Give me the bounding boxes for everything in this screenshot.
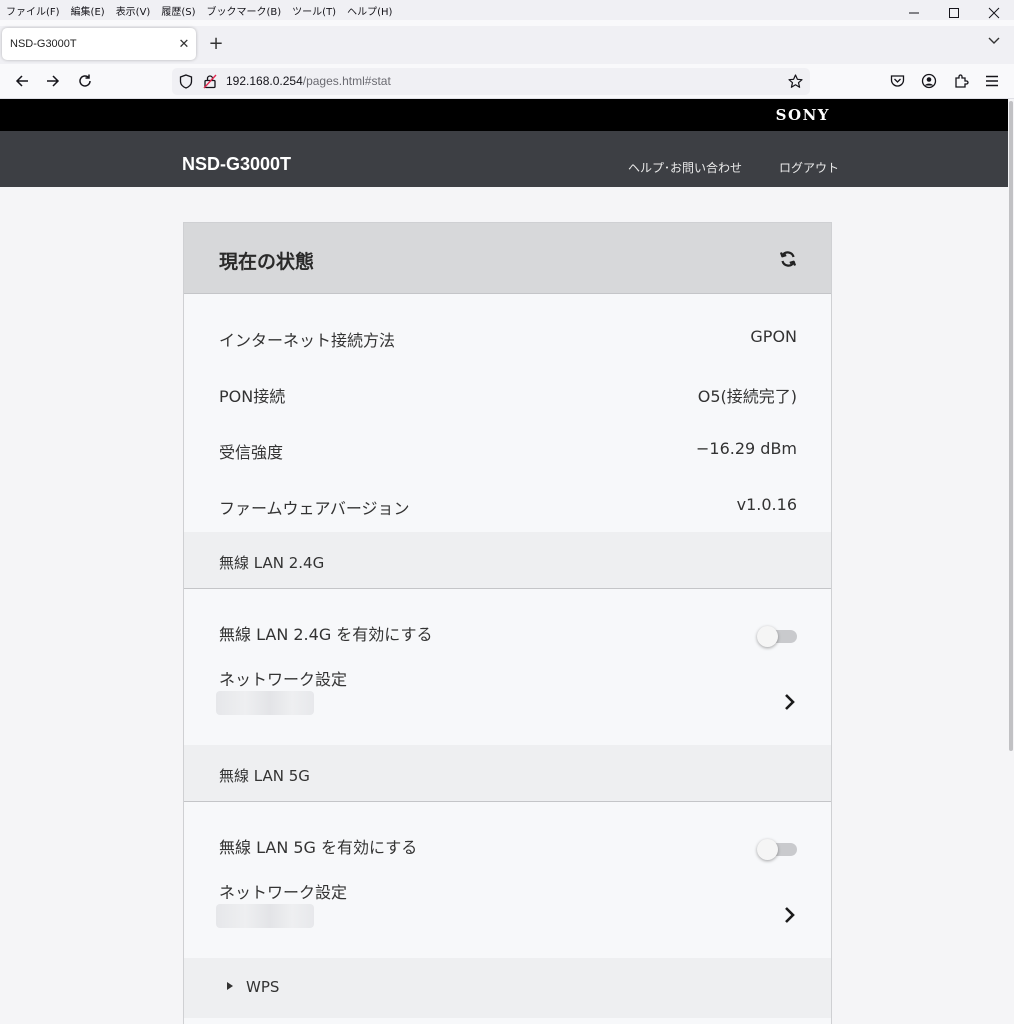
url-text[interactable]: 192.168.0.254/pages.html#stat [226,74,391,88]
bookmark-star-icon[interactable] [786,72,804,90]
wlan-24g-toggle[interactable] [757,626,797,647]
menu-edit[interactable]: 編集(E) [71,3,105,18]
network-settings-label: ネットワーク設定 [219,670,348,689]
wlan-5g-network-settings[interactable]: ネットワーク設定 [184,872,831,958]
reload-icon[interactable] [73,69,97,93]
menu-file[interactable]: ファイル(F) [6,3,60,18]
status-card-header: 現在の状態 [184,223,831,294]
extensions-icon[interactable] [949,69,973,93]
scrollbar-thumb[interactable] [1009,101,1013,751]
app-menu-icon[interactable] [980,69,1004,93]
url-host: 192.168.0.254 [226,74,303,88]
menu-history[interactable]: 履歴(S) [161,3,195,18]
wlan-24g-enable-label: 無線 LAN 2.4G を有効にする [219,625,433,644]
tab-list-icon[interactable] [984,34,1004,54]
toggle-knob [757,839,778,860]
maximize-button[interactable] [934,0,974,26]
status-label: インターネット接続方法 [219,331,396,350]
tab-close-icon[interactable]: ✕ [172,37,196,52]
status-row-signal: 受信強度 −16.29 dBm [184,420,831,476]
url-bar[interactable]: 192.168.0.254/pages.html#stat [172,68,810,95]
status-row-pon: PON接続 O5(接続完了) [184,364,831,420]
close-window-button[interactable] [974,0,1014,26]
redacted-ssid [216,691,314,715]
section-title: 無線 LAN 2.4G [219,554,325,572]
sony-logo: SONY [775,106,830,124]
status-value: GPON [750,327,797,346]
wlan-5g-enable-row: 無線 LAN 5G を有効にする [184,802,831,872]
wps-expander[interactable]: WPS [184,958,831,1018]
menu-tools[interactable]: ツール(T) [292,3,336,18]
section-wlan-24g: 無線 LAN 2.4G [184,532,831,589]
page-scrollbar[interactable] [1008,99,1014,1024]
status-value: −16.29 dBm [695,439,797,458]
close-icon [988,7,1000,19]
minimize-button[interactable] [894,0,934,26]
status-card: 現在の状態 インターネット接続方法 GPON PON接続 O5(接続完了) 受信… [183,222,832,1024]
shield-icon[interactable] [177,72,195,90]
expand-triangle-icon [227,982,233,990]
status-row-connection-method: インターネット接続方法 GPON [184,308,831,364]
menu-bookmarks[interactable]: ブックマーク(B) [207,3,282,18]
network-settings-label: ネットワーク設定 [219,883,348,902]
menu-bar: ファイル(F) 編集(E) 表示(V) 履歴(S) ブックマーク(B) ツール(… [0,0,1014,20]
wlan-24g-network-settings[interactable]: ネットワーク設定 [184,659,831,745]
forward-icon[interactable] [41,69,65,93]
new-tab-icon[interactable]: + [205,33,227,55]
status-label: PON接続 [219,387,286,406]
header-bar: NSD-G3000T ヘルプ･お問い合わせ ログアウト [0,131,1008,187]
menu-help[interactable]: ヘルプ(H) [347,3,392,18]
status-label: 受信強度 [219,443,284,462]
wlan-5g-enable-label: 無線 LAN 5G を有効にする [219,838,418,857]
logout-link[interactable]: ログアウト [779,159,839,176]
refresh-icon[interactable] [778,249,798,269]
product-name: NSD-G3000T [182,154,292,174]
help-contact-link[interactable]: ヘルプ･お問い合わせ [628,159,742,176]
chevron-right-icon[interactable] [783,904,797,926]
wlan-24g-enable-row: 無線 LAN 2.4G を有効にする [184,589,831,659]
page-title: 現在の状態 [219,251,315,273]
chevron-right-icon[interactable] [783,691,797,713]
tab-title: NSD-G3000T [10,38,77,50]
status-row-firmware: ファームウェアバージョン v1.0.16 [184,476,831,532]
account-icon[interactable] [917,69,941,93]
menu-view[interactable]: 表示(V) [116,3,151,18]
window-controls [894,0,1014,26]
wlan-5g-toggle[interactable] [757,839,797,860]
toggle-knob [757,626,778,647]
url-path: /pages.html#stat [302,74,391,88]
nav-toolbar: 192.168.0.254/pages.html#stat [0,64,1014,99]
back-icon[interactable] [10,69,34,93]
status-value: O5(接続完了) [697,387,797,406]
status-value: v1.0.16 [736,495,797,514]
maximize-icon [949,8,959,18]
tab-active[interactable]: NSD-G3000T ✕ [2,28,196,60]
section-wlan-5g: 無線 LAN 5G [184,745,831,802]
section-title: 無線 LAN 5G [219,767,310,785]
pocket-icon[interactable] [885,69,909,93]
brand-bar: SONY [0,99,1008,131]
tab-strip: NSD-G3000T ✕ + [0,26,1014,64]
redacted-ssid [216,904,314,928]
router-admin-page: SONY NSD-G3000T ヘルプ･お問い合わせ ログアウト 現在の状態 イ… [0,99,1008,1024]
insecure-lock-icon[interactable] [201,72,219,90]
status-label: ファームウェアバージョン [219,499,410,518]
minimize-icon [909,12,919,14]
wps-label: WPS [246,978,280,996]
